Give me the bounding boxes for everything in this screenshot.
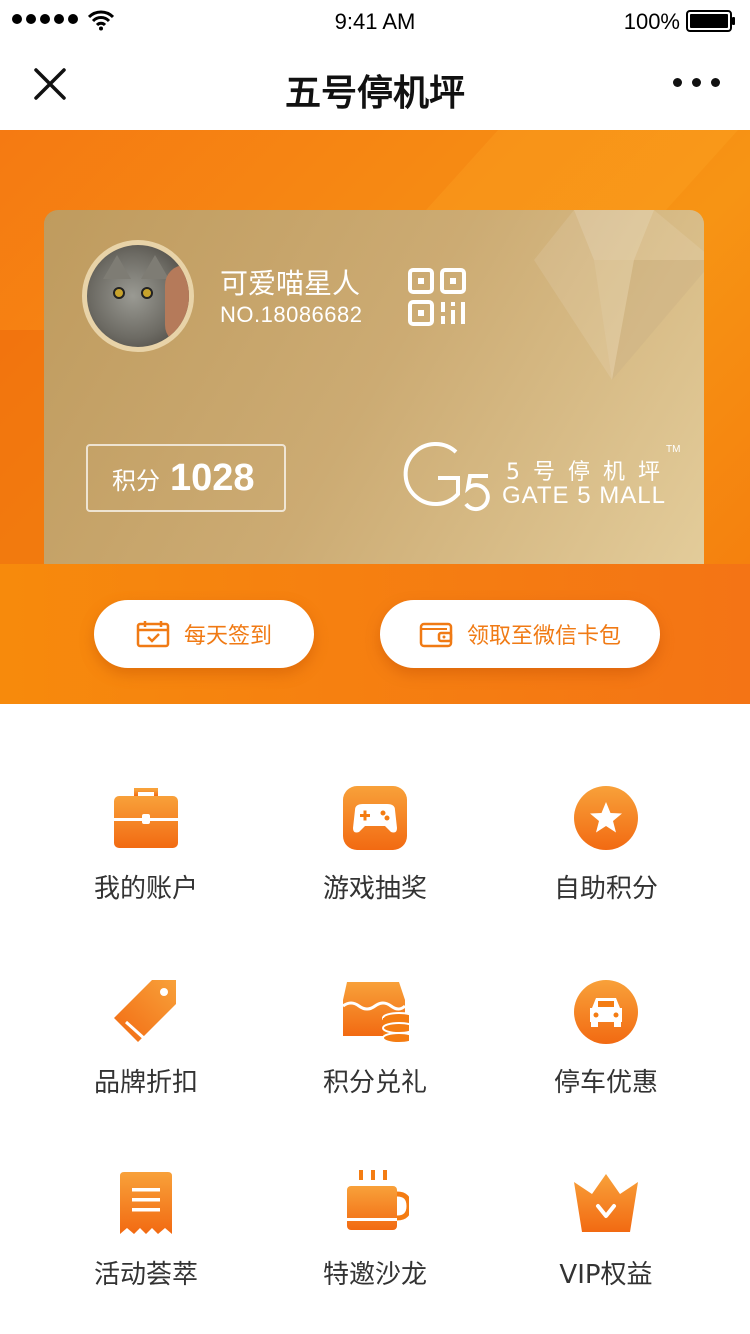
- menu-item-parking-discount[interactable]: 停车优惠: [481, 978, 731, 1138]
- brand-english-name: GATE 5 MALL: [502, 482, 666, 509]
- menu-item-salon[interactable]: 特邀沙龙: [250, 1170, 500, 1330]
- page-title: 五号停机坪: [284, 73, 465, 114]
- menu-item-events[interactable]: 活动荟萃: [21, 1170, 271, 1330]
- member-number: NO.18086682: [220, 302, 363, 327]
- points-box[interactable]: 积分 1028: [86, 444, 286, 512]
- menu-label: 品牌折扣: [93, 1068, 198, 1098]
- user-name: 可爱喵星人: [220, 267, 361, 300]
- menu-label: VIP权益: [559, 1260, 653, 1290]
- battery-percent: 100%: [623, 9, 680, 34]
- menu-label: 活动荟萃: [93, 1260, 198, 1290]
- points-value: 1028: [170, 456, 255, 499]
- gamepad-icon: [343, 786, 407, 850]
- menu-item-my-account[interactable]: 我的账户: [21, 784, 271, 944]
- briefcase-icon: [114, 788, 178, 848]
- battery-icon: [686, 10, 735, 32]
- menu-label: 停车优惠: [553, 1068, 658, 1098]
- menu-label: 我的账户: [93, 874, 198, 904]
- daily-checkin-label: 每天签到: [183, 624, 272, 649]
- coffee-cup-icon: [347, 1170, 409, 1230]
- add-to-wechat-button[interactable]: 领取至微信卡包: [380, 600, 660, 668]
- calendar-check-icon: [136, 621, 170, 648]
- menu-item-vip[interactable]: VIP权益: [481, 1170, 731, 1330]
- menu-item-game-lottery[interactable]: 游戏抽奖: [250, 784, 500, 944]
- nav-bar: 五号停机坪: [0, 44, 750, 130]
- crown-icon: [574, 1174, 638, 1232]
- menu-label: 特邀沙龙: [322, 1260, 427, 1290]
- shop-coins-icon: [342, 982, 409, 1044]
- menu-label: 积分兑礼: [322, 1068, 427, 1098]
- car-icon: [574, 980, 638, 1044]
- daily-checkin-button[interactable]: 每天签到: [94, 600, 314, 668]
- receipt-icon: [120, 1172, 172, 1234]
- menu-item-points-gift[interactable]: 积分兑礼: [250, 978, 500, 1138]
- points-label: 积分: [112, 466, 160, 495]
- menu-label: 自助积分: [553, 874, 658, 904]
- trademark-mark: TM: [666, 444, 681, 455]
- avatar[interactable]: [82, 240, 194, 352]
- diamond-icon: [534, 210, 704, 380]
- add-to-wechat-label: 领取至微信卡包: [466, 624, 621, 649]
- status-bar: 9:41 AM 100%: [0, 0, 750, 44]
- menu-item-brand-discount[interactable]: 品牌折扣: [21, 978, 271, 1138]
- star-icon: [574, 786, 638, 850]
- more-icon[interactable]: [673, 78, 720, 87]
- menu-item-self-points[interactable]: 自助积分: [481, 784, 731, 944]
- menu-label: 游戏抽奖: [322, 874, 427, 904]
- qr-code-icon[interactable]: [408, 268, 466, 326]
- tag-icon: [114, 980, 176, 1042]
- member-card[interactable]: 可爱喵星人 NO.18086682 积分 1028 5号停机坪 GATE 5 M…: [44, 210, 704, 564]
- wallet-icon: [419, 622, 453, 648]
